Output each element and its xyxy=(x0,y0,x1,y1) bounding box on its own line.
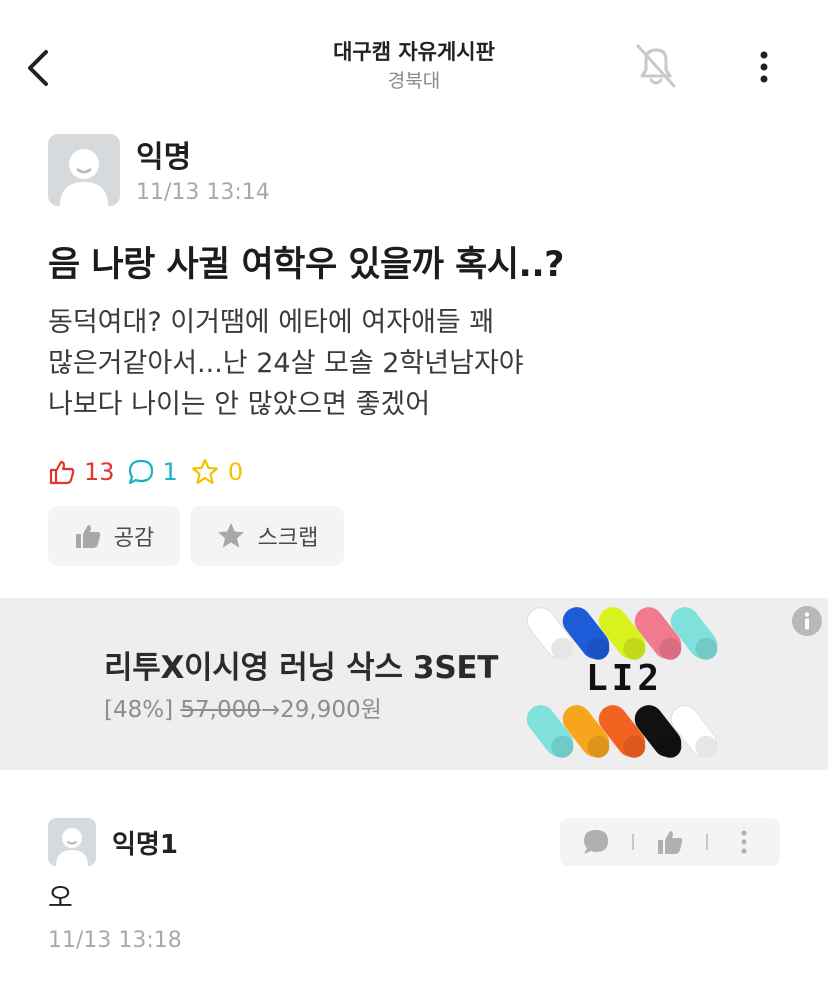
more-vertical-icon xyxy=(760,51,768,83)
ad-banner[interactable]: 리투X이시영 러닝 삭스 3SET [48%] 57,000→29,900원 L… xyxy=(0,598,828,770)
more-options-button[interactable] xyxy=(748,46,780,88)
top-bar: 대구캠 자유게시판 경북대 xyxy=(0,0,828,118)
post-stats: 13 1 0 xyxy=(48,452,255,492)
post-body: 동덕여대? 이거땜에 에타에 여자애들 꽤 많은거같아서...난 24살 모솔 … xyxy=(48,302,808,425)
info-icon xyxy=(792,606,822,636)
board-title: 대구캠 자유게시판 xyxy=(333,40,495,64)
comment-text: 오 xyxy=(48,883,73,914)
like-count: 13 xyxy=(48,458,115,486)
comment-count: 1 xyxy=(127,458,178,486)
post-author: 익명 xyxy=(136,140,192,175)
comment-more-button[interactable] xyxy=(724,822,764,862)
comment-like-button[interactable] xyxy=(650,822,690,862)
post-title: 음 나랑 사귈 여학우 있을까 혹시..? xyxy=(48,245,564,285)
thumbs-up-icon xyxy=(49,460,75,485)
comment-time: 11/13 13:18 xyxy=(48,928,182,953)
comment-count-value: 1 xyxy=(162,458,178,486)
ad-info-button[interactable] xyxy=(791,605,823,637)
avatar xyxy=(48,818,96,866)
star-icon xyxy=(217,523,244,548)
comment-author: 익명1 xyxy=(112,830,178,860)
notification-toggle-button[interactable] xyxy=(630,42,682,92)
scrap-count: 0 xyxy=(190,457,243,487)
post-time: 11/13 13:14 xyxy=(136,180,270,205)
comment-toolbar xyxy=(560,818,780,866)
ad-sale-price: →29,900원 xyxy=(260,697,382,723)
ad-discount: [48%] xyxy=(104,697,174,723)
scrap-label: 스크랩 xyxy=(257,526,319,551)
post-body-line: 많은거같아서...난 24살 모솔 2학년남자야 xyxy=(48,348,524,379)
scrap-button[interactable]: 스크랩 xyxy=(190,506,344,566)
thumbs-up-icon xyxy=(75,525,100,548)
ad-price: [48%] 57,000→29,900원 xyxy=(104,690,382,724)
empathy-button[interactable]: 공감 xyxy=(48,506,180,566)
ad-title: 리투X이시영 러닝 삭스 3SET xyxy=(104,650,499,686)
bell-off-icon xyxy=(636,44,676,88)
post-body-line: 나보다 나이는 안 많았으면 좋겠어 xyxy=(48,389,431,420)
divider xyxy=(706,834,708,850)
divider xyxy=(632,834,634,850)
default-avatar-icon xyxy=(56,828,88,866)
back-button[interactable] xyxy=(22,46,62,90)
star-icon xyxy=(191,458,218,485)
avatar xyxy=(48,134,120,206)
more-vertical-icon xyxy=(741,830,747,854)
like-count-value: 13 xyxy=(84,458,115,486)
reply-button[interactable] xyxy=(576,822,616,862)
header-titles: 대구캠 자유게시판 경북대 xyxy=(214,38,614,96)
ad-original-price: 57,000 xyxy=(180,697,261,723)
empathy-label: 공감 xyxy=(113,526,155,551)
speech-bubble-icon xyxy=(584,830,608,854)
post-body-line: 동덕여대? 이거땜에 에타에 여자애들 꽤 xyxy=(48,307,495,338)
scrap-count-value: 0 xyxy=(227,458,244,486)
school-name: 경북대 xyxy=(387,70,441,92)
chevron-left-icon xyxy=(28,50,48,86)
speech-bubble-icon xyxy=(128,459,153,485)
default-avatar-icon xyxy=(60,149,108,206)
thumbs-up-icon xyxy=(658,831,683,854)
ad-brand-logo: LI2 xyxy=(586,658,664,699)
